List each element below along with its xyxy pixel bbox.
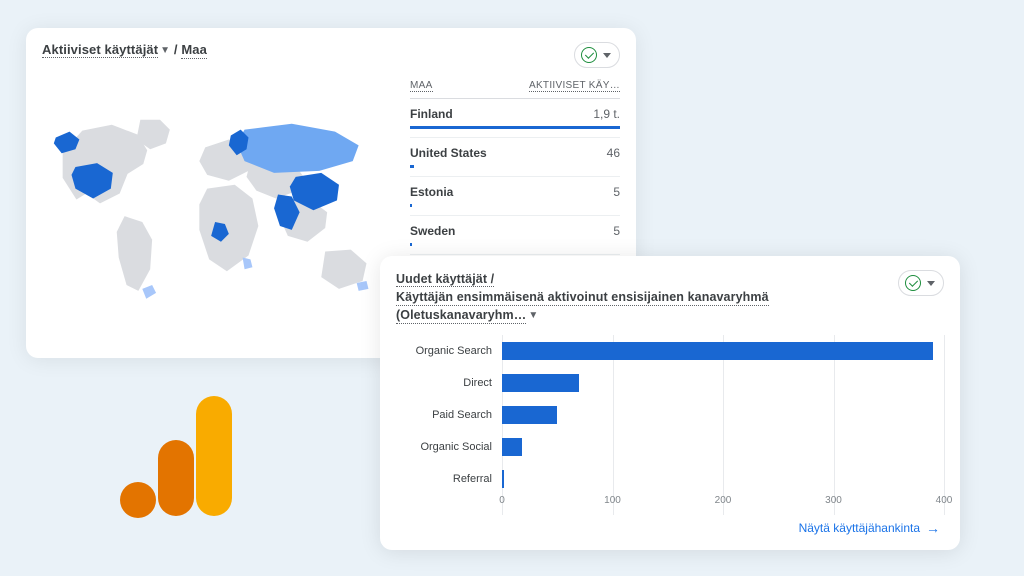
bar-area[interactable] (502, 469, 944, 489)
table-head-metric[interactable]: AKTIIVISET KÄY… (529, 80, 620, 92)
check-circle-icon (905, 275, 921, 291)
card-title: Aktiiviset käyttäjät▼ / Maa (42, 42, 207, 57)
bar-fill (502, 406, 557, 424)
chevron-down-icon: ▼ (528, 309, 538, 324)
bar-label: Organic Search (396, 345, 502, 357)
chevron-down-icon: ▼ (160, 45, 170, 56)
google-analytics-logo-icon (120, 396, 250, 526)
bar-row: Direct (396, 370, 944, 396)
bar-row: Paid Search (396, 402, 944, 428)
country-value: 1,9 t. (593, 107, 620, 121)
chevron-down-icon (603, 53, 611, 58)
bar-label: Organic Social (396, 441, 502, 453)
bar-fill (502, 342, 933, 360)
dimension-selector[interactable]: Maa (181, 42, 207, 59)
table-row[interactable]: Sweden 5 (410, 216, 620, 255)
card-title: Uudet käyttäjät / Käyttäjän ensimmäisenä… (396, 270, 856, 325)
channel-bar-chart: Organic Search Direct Paid Search Organic S… (396, 335, 944, 515)
bar-label: Referral (396, 473, 502, 485)
row-bar (410, 126, 620, 129)
country-name: United States (410, 146, 487, 160)
table-row[interactable]: Finland 1,9 t. (410, 99, 620, 138)
card-status-menu[interactable] (898, 270, 944, 296)
row-bar (410, 165, 414, 168)
bar-fill (502, 470, 504, 488)
bar-area[interactable] (502, 373, 944, 393)
country-value: 5 (613, 185, 620, 199)
row-bar (410, 204, 412, 207)
axis-tick-label: 300 (825, 495, 842, 506)
axis-tick-label: 200 (715, 495, 732, 506)
metric-label[interactable]: Uudet käyttäjät / (396, 272, 494, 287)
axis-tick-label: 400 (936, 495, 953, 506)
new-users-by-channel-card: Uudet käyttäjät / Käyttäjän ensimmäisenä… (380, 256, 960, 550)
bar-label: Paid Search (396, 409, 502, 421)
metric-selector[interactable]: Aktiiviset käyttäjät (42, 42, 158, 58)
country-name: Finland (410, 107, 453, 121)
title-separator: / (170, 42, 181, 57)
row-bar (410, 243, 412, 246)
table-head-country[interactable]: MAA (410, 80, 433, 92)
bar-row: Organic Social (396, 434, 944, 460)
country-name: Estonia (410, 185, 453, 199)
axis-tick-label: 0 (499, 495, 505, 506)
card-status-menu[interactable] (574, 42, 620, 68)
view-user-acquisition-link[interactable]: Näytä käyttäjähankinta → (799, 520, 940, 536)
bar-fill (502, 438, 522, 456)
card-header: Aktiiviset käyttäjät▼ / Maa (42, 42, 620, 68)
table-row[interactable]: Estonia 5 (410, 177, 620, 216)
arrow-right-icon: → (926, 520, 940, 536)
check-circle-icon (581, 47, 597, 63)
axis-tick-label: 100 (604, 495, 621, 506)
card-header: Uudet käyttäjät / Käyttäjän ensimmäisenä… (396, 270, 944, 325)
bar-area[interactable] (502, 405, 944, 425)
view-link-text: Näytä käyttäjähankinta (799, 521, 920, 535)
bar-row: Referral (396, 466, 944, 492)
bar-row: Organic Search (396, 338, 944, 364)
bar-fill (502, 374, 579, 392)
world-map-svg (42, 108, 396, 305)
country-value: 5 (613, 224, 620, 238)
table-row[interactable]: United States 46 (410, 138, 620, 177)
chevron-down-icon (927, 281, 935, 286)
bar-area[interactable] (502, 437, 944, 457)
gridline (944, 335, 945, 515)
world-map[interactable] (42, 76, 396, 336)
dimension-selector[interactable]: Käyttäjän ensimmäisenä aktivoinut ensisi… (396, 290, 769, 324)
bar-label: Direct (396, 377, 502, 389)
bar-area[interactable] (502, 341, 944, 361)
country-name: Sweden (410, 224, 455, 238)
country-value: 46 (607, 146, 620, 160)
